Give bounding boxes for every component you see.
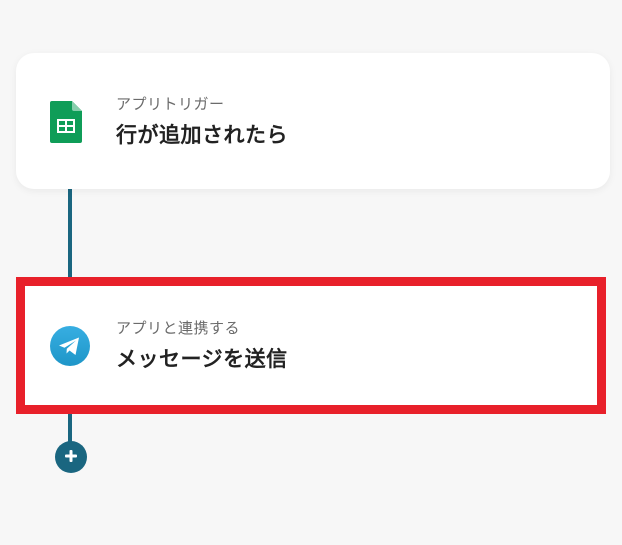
trigger-step-subtitle: アプリトリガー <box>116 95 225 113</box>
google-sheets-icon <box>50 101 82 147</box>
add-step-button[interactable] <box>55 441 87 473</box>
trigger-step-title: 行が追加されたら <box>116 123 288 147</box>
trigger-step-card[interactable]: アプリトリガー 行が追加されたら <box>16 53 610 189</box>
telegram-icon <box>50 326 90 370</box>
action-step-card[interactable]: アプリと連携する メッセージを送信 <box>16 277 606 414</box>
action-step-title: メッセージを送信 <box>116 347 288 371</box>
action-step-subtitle: アプリと連携する <box>116 319 241 337</box>
plus-icon <box>64 448 78 467</box>
